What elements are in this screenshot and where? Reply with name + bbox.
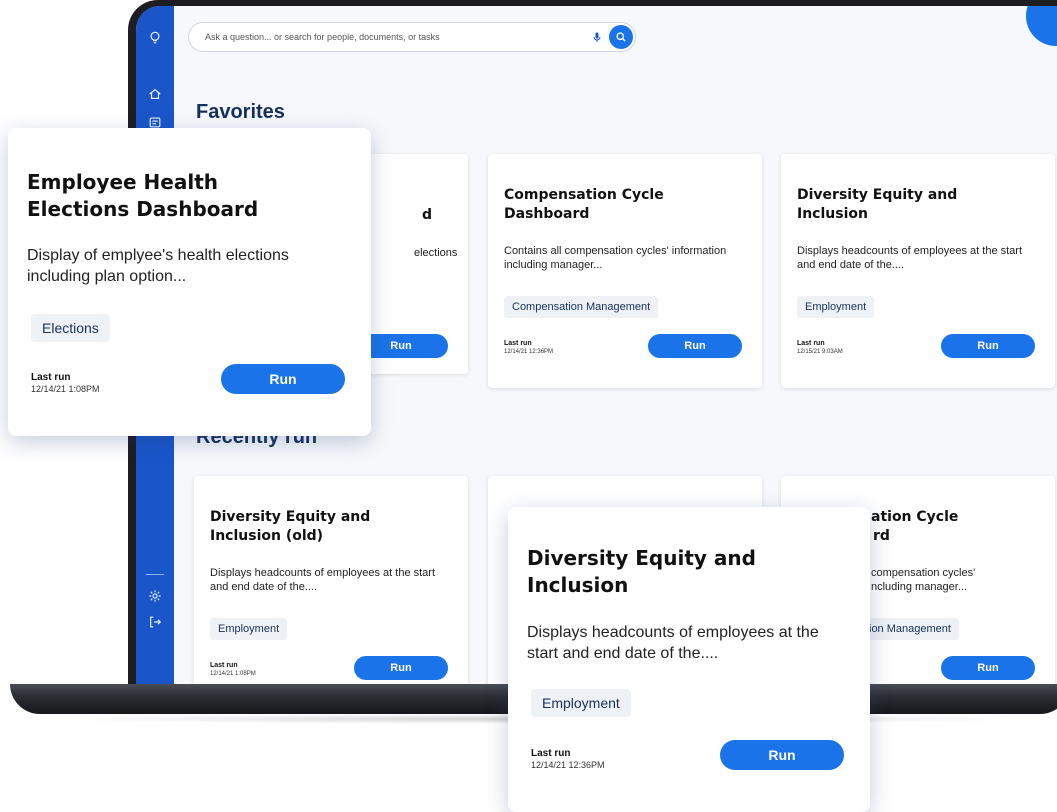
card-title: Diversity Equity and Inclusion (old) xyxy=(210,509,371,544)
search-icon xyxy=(616,32,626,42)
card-description: Contains all compensation cycles' inform… xyxy=(504,245,727,271)
card-title: ation Cycle rd xyxy=(871,509,959,544)
settings-icon[interactable] xyxy=(145,586,165,606)
card-description: Displays headcounts of employees at the … xyxy=(210,567,436,593)
last-run-label: Last run xyxy=(797,340,825,347)
card-title: Compensation Cycle Dashboard xyxy=(504,187,664,222)
last-run-date: 12/14/21 1:08PM xyxy=(210,671,256,677)
sidebar-divider xyxy=(146,574,164,575)
run-button[interactable]: Run xyxy=(941,656,1035,680)
favorites-heading: Favorites xyxy=(196,101,285,123)
run-button[interactable]: Run xyxy=(648,334,742,358)
popup-description: Display of emplyee's health elections in… xyxy=(27,247,289,285)
search-bar[interactable]: Ask a question... or search for people, … xyxy=(188,22,636,52)
popup-card-diversity[interactable]: Diversity Equity and Inclusion Displays … xyxy=(508,507,870,812)
lightbulb-icon[interactable] xyxy=(145,28,165,48)
run-button[interactable]: Run xyxy=(354,656,448,680)
run-button[interactable]: Run xyxy=(941,334,1035,358)
search-button[interactable] xyxy=(609,25,633,49)
card-title: d xyxy=(422,207,433,223)
last-run-date: 12/14/21 12:36PM xyxy=(531,760,605,770)
profile-avatar[interactable] xyxy=(1026,6,1057,46)
card-description: elections xyxy=(414,247,458,259)
category-tag[interactable]: ion Management xyxy=(861,618,959,640)
last-run-label: Last run xyxy=(531,748,571,759)
run-button[interactable]: Run xyxy=(221,364,345,394)
popup-card-health-elections[interactable]: Employee Health Elections Dashboard Disp… xyxy=(8,128,371,436)
microphone-icon[interactable] xyxy=(589,29,605,45)
popup-title: Employee Health Elections Dashboard xyxy=(27,170,259,221)
favorite-card-compensation[interactable]: Compensation Cycle Dashboard Contains al… xyxy=(488,154,762,388)
last-run-date: 12/15/21 9:03AM xyxy=(797,349,843,355)
last-run-label: Last run xyxy=(210,662,238,669)
last-run-label: Last run xyxy=(31,372,71,383)
category-tag[interactable]: Employment xyxy=(531,689,631,717)
last-run-label: Last run xyxy=(504,340,532,347)
search-input[interactable]: Ask a question... or search for people, … xyxy=(205,32,589,42)
run-button[interactable]: Run xyxy=(720,740,844,770)
category-tag[interactable]: Employment xyxy=(210,618,288,640)
recent-card-diversity-old[interactable]: Diversity Equity and Inclusion (old) Dis… xyxy=(194,476,468,685)
last-run-date: 12/14/21 12:36PM xyxy=(504,349,554,355)
card-title: Diversity Equity and Inclusion xyxy=(797,187,958,222)
popup-title: Diversity Equity and Inclusion xyxy=(527,546,756,597)
card-description: Displays headcounts of employees at the … xyxy=(797,245,1023,271)
favorite-card-diversity[interactable]: Diversity Equity and Inclusion Displays … xyxy=(781,154,1055,388)
category-tag[interactable]: Employment xyxy=(797,296,875,318)
category-tag[interactable]: Compensation Management xyxy=(504,296,659,318)
logout-icon[interactable] xyxy=(145,612,165,632)
category-tag[interactable]: Elections xyxy=(31,314,110,342)
card-description: compensation cycles' ncluding manager... xyxy=(871,567,976,593)
popup-description: Displays headcounts of employees at the … xyxy=(527,624,819,662)
home-icon[interactable] xyxy=(145,84,165,104)
last-run-date: 12/14/21 1:08PM xyxy=(31,384,100,394)
